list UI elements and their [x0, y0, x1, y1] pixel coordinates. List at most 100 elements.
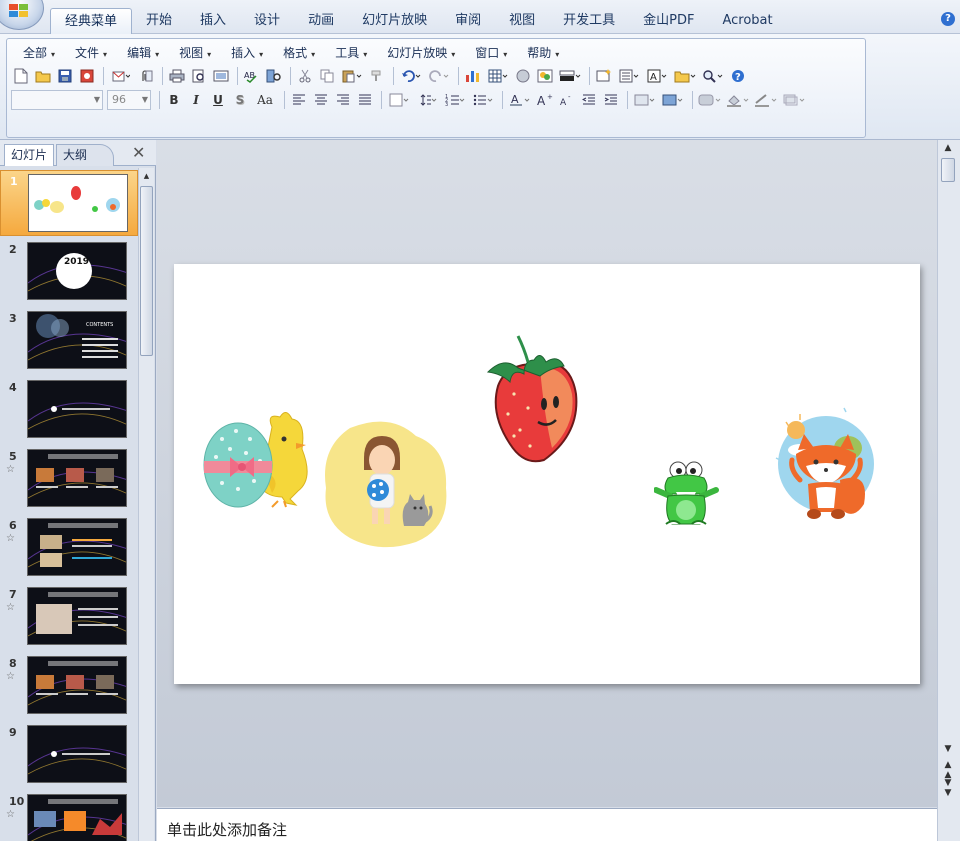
- menu-item-2[interactable]: 编辑 ▾: [117, 43, 169, 63]
- slide-thumbnail-3[interactable]: 3 CONTENTS: [0, 308, 138, 374]
- slide-thumbnail-8[interactable]: 8 ☆: [0, 653, 138, 719]
- help-icon[interactable]: ?: [941, 12, 955, 26]
- next-slide-icon[interactable]: ▼ ▼: [941, 778, 955, 798]
- justify-icon[interactable]: [355, 90, 375, 110]
- tab-1[interactable]: 开始: [132, 8, 186, 34]
- slide-thumbnail-2[interactable]: 2 2019: [0, 239, 138, 305]
- tab-7[interactable]: 视图: [495, 8, 549, 34]
- scroll-down-icon[interactable]: ▼: [941, 744, 955, 754]
- green-frog-image[interactable]: [654, 456, 720, 530]
- scrollbar-thumb[interactable]: [941, 158, 955, 182]
- slide-view-icon[interactable]: [211, 66, 231, 86]
- shrink-font-icon[interactable]: A-: [557, 90, 577, 110]
- tab-2[interactable]: 插入: [186, 8, 240, 34]
- easter-egg-chick-image[interactable]: [202, 409, 312, 509]
- spelling-icon[interactable]: AB: [242, 66, 262, 86]
- slide-thumbnail-9[interactable]: 9: [0, 722, 138, 788]
- print-icon[interactable]: [167, 66, 187, 86]
- line-spacing-icon[interactable]: [414, 90, 440, 110]
- notes-pane[interactable]: 单击此处添加备注: [157, 808, 937, 841]
- align-right-icon[interactable]: [333, 90, 353, 110]
- tab-10[interactable]: Acrobat: [708, 8, 786, 34]
- copy-icon[interactable]: [317, 66, 337, 86]
- bold-button[interactable]: B: [164, 90, 184, 110]
- slide-layout-icon[interactable]: [616, 66, 642, 86]
- shadow-button[interactable]: S: [230, 90, 250, 110]
- slide-thumbnail-4[interactable]: 4: [0, 377, 138, 443]
- office-button[interactable]: [0, 0, 44, 30]
- slide-thumbnail-10[interactable]: 10 ☆: [0, 791, 138, 841]
- shape-icon[interactable]: [697, 90, 723, 110]
- open-folder-icon[interactable]: [33, 66, 53, 86]
- increase-indent-icon[interactable]: [601, 90, 621, 110]
- font-name-combo[interactable]: ▼: [11, 90, 103, 110]
- save-icon[interactable]: [55, 66, 75, 86]
- undo-icon[interactable]: [398, 66, 424, 86]
- tab-0[interactable]: 经典菜单: [50, 8, 133, 34]
- align-left-icon[interactable]: [289, 90, 309, 110]
- tab-6[interactable]: 审阅: [441, 8, 495, 34]
- slide-show-icon[interactable]: [660, 90, 686, 110]
- slide-design-icon[interactable]: [632, 90, 658, 110]
- current-slide[interactable]: [174, 264, 920, 684]
- cut-icon[interactable]: [295, 66, 315, 86]
- notes-placeholder[interactable]: 单击此处添加备注: [167, 819, 287, 840]
- decrease-indent-icon[interactable]: [579, 90, 599, 110]
- tab-4[interactable]: 动画: [294, 8, 348, 34]
- menu-item-1[interactable]: 文件 ▾: [65, 43, 117, 63]
- menu-item-3[interactable]: 视图 ▾: [169, 43, 221, 63]
- slide-thumbnail-6[interactable]: 6 ☆: [0, 515, 138, 581]
- paste-icon[interactable]: [339, 66, 365, 86]
- font-color-icon[interactable]: A: [507, 90, 533, 110]
- text-box-icon[interactable]: A: [644, 66, 670, 86]
- tab-9[interactable]: 金山PDF: [629, 8, 708, 34]
- bullets-icon[interactable]: [470, 90, 496, 110]
- attach-icon[interactable]: [136, 66, 156, 86]
- email-icon[interactable]: [108, 66, 134, 86]
- tab-outline[interactable]: 大纲: [56, 144, 114, 166]
- insert-chart-icon[interactable]: [463, 66, 483, 86]
- menu-item-9[interactable]: 帮助 ▾: [517, 43, 569, 63]
- new-icon[interactable]: [11, 66, 31, 86]
- insert-table-icon[interactable]: [485, 66, 511, 86]
- font-size-combo[interactable]: 96 ▼: [107, 90, 151, 110]
- girl-with-cat-image[interactable]: [320, 418, 452, 550]
- clip-art-icon[interactable]: [535, 66, 555, 86]
- slide-thumbnail-5[interactable]: 5 ☆: [0, 446, 138, 512]
- slide-thumbnail-1[interactable]: 1: [0, 170, 138, 236]
- menu-item-7[interactable]: 幻灯片放映 ▾: [377, 43, 465, 63]
- redo-icon[interactable]: [426, 66, 452, 86]
- tab-3[interactable]: 设计: [240, 8, 294, 34]
- help-icon[interactable]: ?: [728, 66, 748, 86]
- print-preview-icon[interactable]: [189, 66, 209, 86]
- scrollbar-thumb[interactable]: [140, 186, 153, 356]
- strawberry-image[interactable]: [484, 334, 580, 466]
- menu-item-4[interactable]: 插入 ▾: [221, 43, 273, 63]
- insert-diagram-icon[interactable]: [513, 66, 533, 86]
- menu-item-5[interactable]: 格式 ▾: [273, 43, 325, 63]
- format-painter-icon[interactable]: [367, 66, 387, 86]
- close-icon[interactable]: ✕: [132, 144, 145, 162]
- slide-scrollbar[interactable]: ▲ ▼ ▲ ▲ ▼ ▼: [937, 140, 960, 841]
- fox-image[interactable]: [770, 400, 880, 530]
- shadow-style-icon[interactable]: [781, 90, 807, 110]
- text-direction-icon[interactable]: [386, 90, 412, 110]
- fill-color-icon[interactable]: [725, 90, 751, 110]
- underline-button[interactable]: U: [208, 90, 228, 110]
- menu-item-8[interactable]: 窗口 ▾: [465, 43, 517, 63]
- align-center-icon[interactable]: [311, 90, 331, 110]
- thumbnails-scrollbar[interactable]: ▲: [138, 168, 154, 841]
- research-icon[interactable]: [264, 66, 284, 86]
- menu-item-6[interactable]: 工具 ▾: [325, 43, 377, 63]
- tab-8[interactable]: 开发工具: [549, 8, 629, 34]
- previous-slide-icon[interactable]: ▲ ▲: [941, 760, 955, 780]
- line-color-icon[interactable]: [753, 90, 779, 110]
- italic-button[interactable]: I: [186, 90, 206, 110]
- folder-icon[interactable]: [672, 66, 698, 86]
- zoom-icon[interactable]: [700, 66, 726, 86]
- new-slide-icon[interactable]: [594, 66, 614, 86]
- scroll-up-icon[interactable]: ▲: [941, 143, 955, 153]
- tab-slides[interactable]: 幻灯片: [4, 144, 55, 166]
- change-case-button[interactable]: Aa: [252, 90, 278, 110]
- menu-item-0[interactable]: 全部 ▾: [13, 43, 65, 63]
